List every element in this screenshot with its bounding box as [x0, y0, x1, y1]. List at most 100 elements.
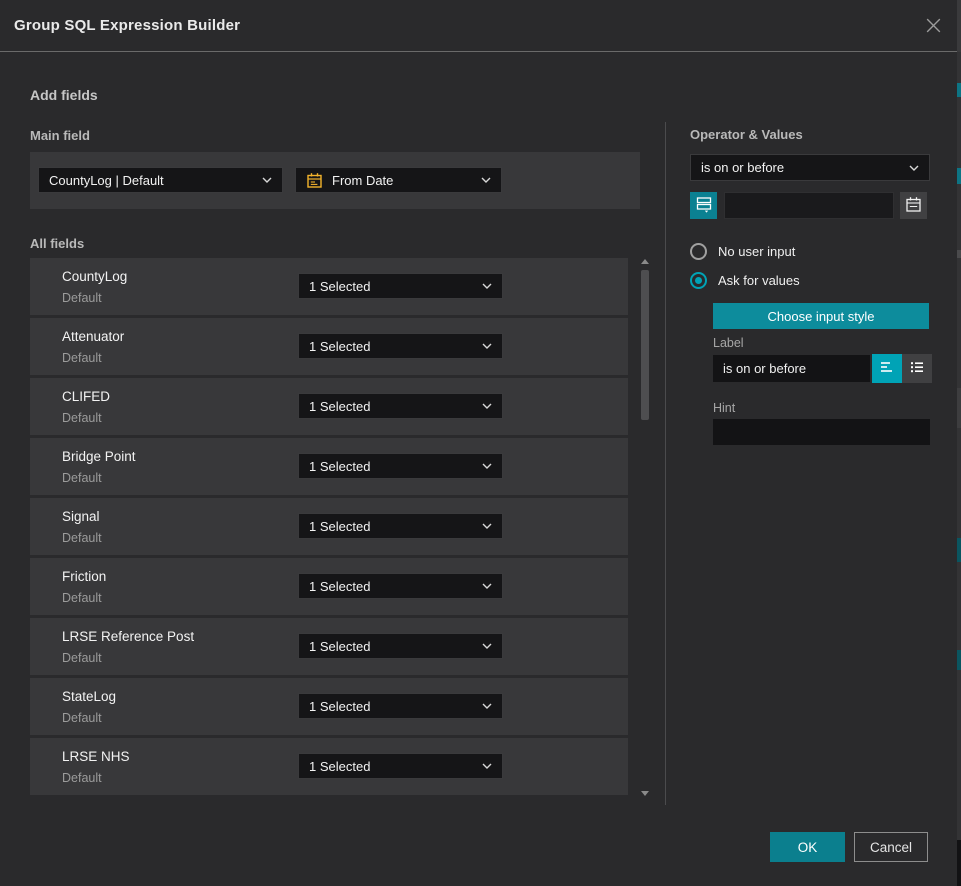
all-fields-list: CountyLog Default 1 Selected Attenuator … — [30, 258, 628, 798]
list-style-button[interactable] — [902, 354, 932, 383]
radio-ask-for-values[interactable]: Ask for values — [690, 272, 800, 289]
chevron-down-icon — [262, 177, 272, 183]
field-selection-value: 1 Selected — [309, 759, 474, 774]
operator-select[interactable]: is on or before — [690, 154, 930, 181]
close-icon — [924, 16, 943, 38]
input-type-switch-button[interactable] — [690, 192, 717, 219]
field-selection-select[interactable]: 1 Selected — [298, 453, 503, 479]
ok-button[interactable]: OK — [770, 832, 845, 862]
chevron-down-icon — [482, 283, 492, 289]
radio-on-icon — [690, 272, 707, 289]
scrollbar-thumb[interactable] — [641, 270, 649, 420]
cancel-button[interactable]: Cancel — [854, 832, 928, 862]
value-date-input[interactable] — [724, 192, 894, 219]
field-selection-select[interactable]: 1 Selected — [298, 513, 503, 539]
field-row: CLIFED Default 1 Selected — [30, 378, 628, 435]
main-field-field-select[interactable]: From Date — [295, 167, 502, 193]
field-row: Friction Default 1 Selected — [30, 558, 628, 615]
field-type: Default — [62, 351, 102, 365]
chevron-down-icon — [909, 165, 919, 171]
label-caption: Label — [713, 336, 744, 350]
field-name: Signal — [62, 509, 100, 524]
field-name: Friction — [62, 569, 106, 584]
hint-input[interactable] — [713, 419, 930, 445]
date-picker-button[interactable] — [900, 192, 927, 219]
field-type: Default — [62, 531, 102, 545]
chevron-down-icon — [482, 763, 492, 769]
main-field-field-value: From Date — [332, 173, 473, 188]
date-field-icon — [306, 172, 323, 189]
close-button[interactable] — [921, 15, 945, 39]
single-line-style-button[interactable] — [872, 354, 902, 383]
field-selection-value: 1 Selected — [309, 339, 474, 354]
field-selection-value: 1 Selected — [309, 399, 474, 414]
scrollbar-down-arrow[interactable] — [641, 791, 649, 796]
chevron-down-icon — [482, 523, 492, 529]
single-line-style-icon — [879, 360, 895, 377]
group-sql-expression-builder-dialog: Group SQL Expression Builder Add fields … — [0, 0, 961, 886]
field-selection-select[interactable]: 1 Selected — [298, 333, 503, 359]
radio-no-user-input[interactable]: No user input — [690, 243, 795, 260]
main-field-heading: Main field — [30, 128, 90, 143]
field-name: Attenuator — [62, 329, 124, 344]
panel-divider — [665, 122, 666, 805]
field-row: CountyLog Default 1 Selected — [30, 258, 628, 315]
field-selection-select[interactable]: 1 Selected — [298, 633, 503, 659]
all-fields-heading: All fields — [30, 236, 84, 251]
scrollbar-up-arrow[interactable] — [641, 259, 649, 264]
field-row: Bridge Point Default 1 Selected — [30, 438, 628, 495]
field-selection-value: 1 Selected — [309, 519, 474, 534]
radio-no-user-input-label: No user input — [718, 244, 795, 259]
field-name: StateLog — [62, 689, 116, 704]
field-type: Default — [62, 411, 102, 425]
field-row: Attenuator Default 1 Selected — [30, 318, 628, 375]
field-name: CLIFED — [62, 389, 110, 404]
field-name: CountyLog — [62, 269, 127, 284]
field-selection-value: 1 Selected — [309, 459, 474, 474]
field-type: Default — [62, 651, 102, 665]
field-row: LRSE NHS Default 1 Selected — [30, 738, 628, 795]
field-name: Bridge Point — [62, 449, 136, 464]
field-type: Default — [62, 711, 102, 725]
field-type: Default — [62, 591, 102, 605]
background-app-edge — [957, 0, 961, 886]
chevron-down-icon — [482, 403, 492, 409]
field-row: StateLog Default 1 Selected — [30, 678, 628, 735]
chevron-down-icon — [482, 643, 492, 649]
operator-values-heading: Operator & Values — [690, 127, 803, 142]
field-selection-select[interactable]: 1 Selected — [298, 573, 503, 599]
list-style-icon — [909, 360, 925, 377]
main-field-source-value: CountyLog | Default — [49, 173, 254, 188]
field-type: Default — [62, 291, 102, 305]
radio-off-icon — [690, 243, 707, 260]
input-type-switch-icon — [696, 196, 712, 216]
dialog-title: Group SQL Expression Builder — [0, 17, 240, 34]
add-fields-heading: Add fields — [30, 87, 98, 103]
field-selection-value: 1 Selected — [309, 579, 474, 594]
chevron-down-icon — [482, 583, 492, 589]
main-field-box: CountyLog | Default From Date — [30, 152, 640, 209]
field-selection-value: 1 Selected — [309, 699, 474, 714]
field-selection-select[interactable]: 1 Selected — [298, 753, 503, 779]
hint-caption: Hint — [713, 401, 735, 415]
date-picker-icon — [905, 196, 922, 216]
field-type: Default — [62, 771, 102, 785]
field-selection-select[interactable]: 1 Selected — [298, 393, 503, 419]
dialog-header: Group SQL Expression Builder — [0, 0, 957, 52]
chevron-down-icon — [482, 703, 492, 709]
operator-value: is on or before — [701, 160, 901, 175]
field-row: LRSE Reference Post Default 1 Selected — [30, 618, 628, 675]
field-selection-select[interactable]: 1 Selected — [298, 273, 503, 299]
label-input[interactable] — [713, 355, 870, 382]
chevron-down-icon — [482, 463, 492, 469]
field-row: Signal Default 1 Selected — [30, 498, 628, 555]
chevron-down-icon — [482, 343, 492, 349]
chevron-down-icon — [481, 177, 491, 183]
field-name: LRSE Reference Post — [62, 629, 194, 644]
field-selection-value: 1 Selected — [309, 639, 474, 654]
field-selection-value: 1 Selected — [309, 279, 474, 294]
field-selection-select[interactable]: 1 Selected — [298, 693, 503, 719]
field-name: LRSE NHS — [62, 749, 130, 764]
main-field-source-select[interactable]: CountyLog | Default — [38, 167, 283, 193]
choose-input-style-button[interactable]: Choose input style — [713, 303, 929, 329]
